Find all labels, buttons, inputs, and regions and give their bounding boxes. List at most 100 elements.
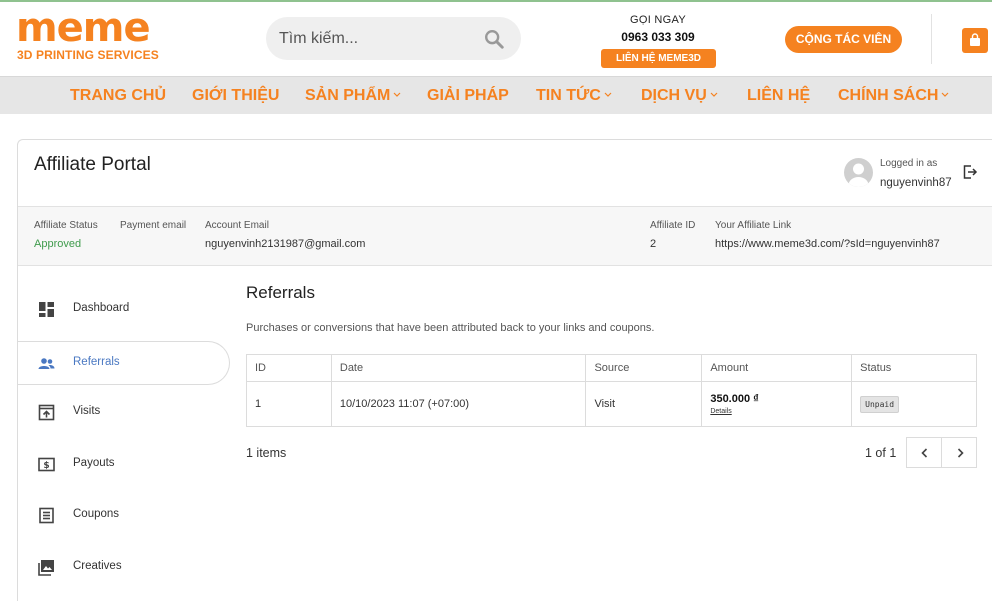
site-header: meme 3D PRINTING SERVICES GỌI NGAY 0963 …	[0, 2, 992, 76]
chevron-down-icon	[942, 92, 949, 98]
affiliate-info-bar: Affiliate Status Approved Payment email …	[18, 206, 992, 266]
column-header-date: Date	[330, 354, 587, 382]
sidebar-item-creatives[interactable]: Creatives	[18, 546, 230, 590]
hotline: GỌI NGAY 0963 033 309	[598, 14, 718, 44]
info-label: Account Email	[205, 220, 269, 231]
nav-item-products[interactable]: SẢN PHẨM	[305, 77, 402, 115]
nav-item-home[interactable]: TRANG CHỦ	[70, 77, 166, 115]
table-row: 1 10/10/2023 11:07 (+07:00) Visit 350.00…	[246, 381, 977, 427]
visits-icon	[38, 404, 55, 421]
sidebar-item-visits[interactable]: Visits	[18, 391, 230, 435]
sidebar-item-coupons[interactable]: Coupons	[18, 494, 230, 538]
chevron-down-icon	[710, 92, 718, 98]
info-label: Affiliate ID	[650, 220, 696, 231]
page-title: Affiliate Portal	[34, 154, 151, 175]
nav-label: CHÍNH SÁCH	[838, 87, 939, 104]
logged-in-username: nguyenvinh87	[880, 177, 952, 189]
column-header-status: Status	[851, 354, 977, 382]
section-title: Referrals	[246, 283, 315, 302]
referrals-table: ID Date Source Amount Status 1 10/10/202…	[246, 354, 977, 427]
details-link[interactable]: Details	[710, 408, 843, 415]
header-divider	[931, 14, 932, 64]
contact-button[interactable]: LIÊN HỆ MEME3D	[601, 49, 716, 68]
main-nav: TRANG CHỦ GIỚI THIỆU SẢN PHẨM GIẢI PHÁP …	[0, 76, 992, 114]
prev-page-button[interactable]	[906, 437, 942, 468]
nav-item-news[interactable]: TIN TỨC	[536, 77, 613, 115]
dashboard-icon	[39, 302, 54, 317]
search-icon[interactable]	[483, 28, 505, 50]
sidebar-item-label: Creatives	[73, 560, 122, 572]
column-header-amount: Amount	[701, 354, 853, 382]
sidebar-item-referrals[interactable]: Referrals	[18, 341, 230, 385]
nav-label: TRANG CHỦ	[70, 87, 166, 104]
sidebar-item-label: Payouts	[73, 457, 115, 469]
nav-item-policy[interactable]: CHÍNH SÁCH	[838, 77, 950, 115]
hotline-phone[interactable]: 0963 033 309	[598, 30, 718, 44]
shopping-bag-icon	[970, 33, 980, 46]
hotline-label: GỌI NGAY	[630, 14, 686, 26]
nav-label: SẢN PHẨM	[305, 87, 391, 104]
chevron-left-icon	[921, 448, 928, 458]
collaborator-button[interactable]: CỘNG TÁC VIÊN	[785, 26, 902, 53]
cell-source: Visit	[585, 381, 703, 427]
affiliate-status: Affiliate Status Approved	[34, 220, 98, 250]
nav-item-solutions[interactable]: GIẢI PHÁP	[427, 77, 509, 115]
chevron-down-icon	[393, 92, 401, 98]
next-page-button[interactable]	[941, 437, 977, 468]
cell-amount: 350.000 ₫ Details	[701, 381, 853, 427]
people-icon	[38, 358, 55, 369]
logout-icon[interactable]	[962, 164, 978, 180]
payment-email: Payment email	[120, 220, 186, 231]
nav-label: DỊCH VỤ	[641, 87, 707, 104]
logged-in-label: Logged in as	[880, 158, 938, 169]
nav-item-contact[interactable]: LIÊN HỆ	[747, 77, 810, 115]
sidebar-item-label: Referrals	[73, 356, 120, 368]
sidebar-item-label: Visits	[73, 405, 101, 417]
logo-wordmark: meme	[16, 5, 151, 51]
info-label: Payment email	[120, 220, 187, 231]
nav-item-about[interactable]: GIỚI THIỆU	[192, 77, 279, 115]
affiliate-id: Affiliate ID 2	[650, 220, 695, 250]
search-box	[266, 17, 521, 60]
avatar	[844, 158, 873, 187]
nav-item-services[interactable]: DỊCH VỤ	[641, 77, 719, 115]
sidebar-item-payouts[interactable]: $ Payouts	[18, 443, 230, 487]
affiliate-link-value[interactable]: https://www.meme3d.com/?sId=nguyenvinh87	[715, 238, 940, 250]
image-icon	[38, 560, 54, 576]
cell-status: Unpaid	[851, 381, 977, 427]
coupons-icon	[39, 507, 54, 524]
info-label: Affiliate Status	[34, 220, 98, 231]
chevron-down-icon	[604, 92, 612, 98]
payouts-icon: $	[38, 457, 55, 472]
cart-button[interactable]	[962, 28, 988, 53]
sidebar-item-label: Coupons	[73, 508, 120, 520]
account-email: Account Email nguyenvinh2131987@gmail.co…	[205, 220, 365, 250]
sidebar-item-label: Dashboard	[73, 302, 130, 314]
items-count: 1 items	[246, 446, 287, 460]
info-value: 2	[650, 238, 657, 250]
section-description: Purchases or conversions that have been …	[246, 322, 655, 334]
status-badge: Approved	[34, 238, 82, 250]
logo-tagline: 3D PRINTING SERVICES	[17, 48, 159, 62]
amount-value: 350.000 ₫	[710, 393, 759, 405]
nav-label: GIỚI THIỆU	[192, 87, 280, 104]
nav-label: GIẢI PHÁP	[427, 87, 509, 104]
cell-date: 10/10/2023 11:07 (+07:00)	[330, 381, 587, 427]
status-badge: Unpaid	[860, 395, 900, 413]
search-input[interactable]	[279, 17, 479, 60]
affiliate-portal-card: Affiliate Portal Logged in as nguyenvinh…	[17, 139, 992, 601]
user-silhouette-icon	[848, 163, 869, 187]
nav-label: TIN TỨC	[536, 87, 601, 104]
page-info: 1 of 1	[865, 446, 897, 460]
nav-label: LIÊN HỆ	[747, 87, 811, 104]
column-header-source: Source	[585, 354, 703, 382]
column-header-id: ID	[246, 354, 332, 382]
svg-text:$: $	[43, 461, 49, 471]
info-label: Your Affiliate Link	[715, 220, 792, 231]
table-header-row: ID Date Source Amount Status	[246, 354, 977, 382]
info-value: nguyenvinh2131987@gmail.com	[205, 238, 366, 250]
cell-id: 1	[246, 381, 332, 427]
sidebar-item-dashboard[interactable]: Dashboard	[18, 288, 230, 332]
site-logo[interactable]: meme 3D PRINTING SERVICES	[16, 6, 161, 64]
chevron-right-icon	[957, 448, 964, 458]
